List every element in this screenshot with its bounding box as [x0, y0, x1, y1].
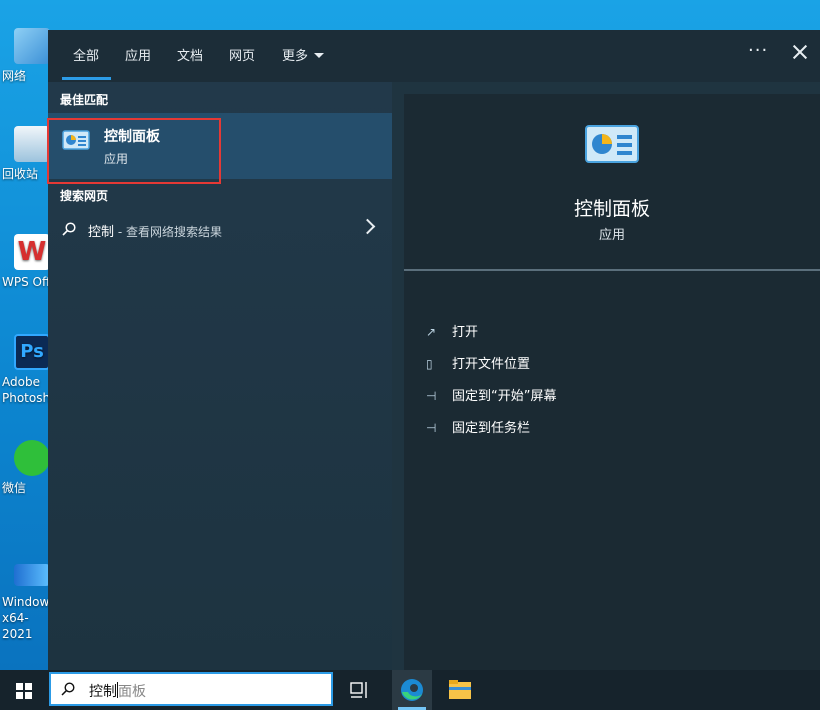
- open-icon: ↗: [426, 325, 437, 339]
- desktop-icon-wps[interactable]: W WPS Office: [0, 234, 50, 290]
- desktop-icon-label: 回收站: [2, 167, 39, 181]
- chevron-right-icon[interactable]: [359, 218, 376, 235]
- web-search-result[interactable]: 控制 - 查看网络搜索结果: [48, 216, 392, 248]
- best-match-header: 最佳匹配: [60, 93, 109, 107]
- action-pin-to-taskbar[interactable]: ⊣ 固定到任务栏: [426, 417, 530, 436]
- desktop-icon-wechat[interactable]: 微信: [0, 440, 50, 496]
- desktop-icon-network[interactable]: 网络: [0, 28, 50, 84]
- windows-installer-icon: [14, 564, 50, 586]
- web-search-query: 控制: [88, 225, 115, 240]
- action-label: 打开文件位置: [452, 357, 531, 372]
- file-explorer-taskbar-button[interactable]: [436, 670, 484, 710]
- web-search-suffix: - 查看网络搜索结果: [114, 225, 222, 239]
- edge-browser-icon: [401, 679, 423, 701]
- file-explorer-icon: [449, 680, 471, 699]
- web-search-text: 控制 - 查看网络搜索结果: [88, 221, 222, 240]
- tab-web[interactable]: 网页: [229, 45, 255, 64]
- recycle-bin-icon: [14, 126, 50, 162]
- desktop-icon-label: Adobe Photoshop: [2, 375, 50, 405]
- taskbar-search-input[interactable]: 控制面板: [49, 672, 333, 706]
- action-open-file-location[interactable]: ▯ 打开文件位置: [426, 353, 530, 372]
- results-list: 最佳匹配 控制面板 应用 搜索网页 控制 - 查看网络搜索结果: [47, 82, 392, 670]
- desktop-icon-label: Windows x64-2021: [2, 595, 50, 641]
- active-tab-indicator: [62, 77, 111, 80]
- highlight-box: [47, 118, 221, 184]
- desktop-icon-photoshop[interactable]: Ps Adobe Photoshop: [0, 334, 50, 406]
- detail-pane: 控制面板 应用 ↗ 打开 ▯ 打开文件位置 ⊣ 固定到“开始”屏幕 ⊣ 固定到任务栏: [404, 94, 820, 670]
- tab-apps[interactable]: 应用: [125, 45, 151, 64]
- task-view-button[interactable]: [336, 670, 384, 710]
- tab-more[interactable]: 更多: [282, 45, 325, 64]
- pin-icon: ⊣: [426, 389, 437, 403]
- photoshop-icon: Ps: [14, 334, 50, 370]
- taskbar: 控制面板: [0, 670, 820, 710]
- close-icon[interactable]: [790, 42, 810, 62]
- detail-subtitle: 应用: [598, 228, 625, 243]
- divider: [404, 269, 820, 271]
- windows-start-icon[interactable]: [16, 683, 32, 699]
- task-view-icon: [350, 682, 367, 698]
- action-label: 固定到“开始”屏幕: [452, 389, 557, 404]
- detail-title: 控制面板: [573, 198, 650, 220]
- action-label: 固定到任务栏: [452, 421, 531, 436]
- search-filter-bar: 全部 应用 文档 网页 更多 ···: [48, 30, 820, 82]
- edge-taskbar-button[interactable]: [392, 670, 432, 710]
- file-location-icon: ▯: [426, 357, 433, 371]
- action-label: 打开: [452, 325, 479, 340]
- action-open[interactable]: ↗ 打开: [426, 321, 478, 340]
- wps-office-icon: W: [14, 234, 50, 270]
- desktop-icon-label: WPS Office: [2, 275, 50, 289]
- search-icon: [62, 222, 76, 236]
- desktop-icon-windows-iso[interactable]: Windows x64-2021: [0, 556, 50, 642]
- control-panel-icon: [585, 125, 639, 163]
- desktop-icon-label: 网络: [2, 69, 27, 83]
- search-typed-text: 控制: [89, 684, 117, 700]
- desktop-icon-label: 微信: [2, 481, 27, 495]
- search-panel: 全部 应用 文档 网页 更多 ··· 最佳匹配 控制面板 应用 搜索网页 控制 …: [47, 30, 820, 670]
- search-text: 控制面板: [89, 681, 146, 701]
- search-suggestion-text: 面板: [118, 684, 146, 700]
- pin-icon: ⊣: [426, 421, 437, 435]
- network-computer-icon: [14, 28, 50, 64]
- tab-all[interactable]: 全部: [73, 45, 99, 64]
- action-pin-to-start[interactable]: ⊣ 固定到“开始”屏幕: [426, 385, 556, 404]
- search-icon: [61, 682, 75, 696]
- tab-more-label: 更多: [282, 49, 309, 64]
- more-options-icon[interactable]: ···: [748, 40, 768, 61]
- wechat-icon: [14, 440, 50, 476]
- desktop-icon-recycle-bin[interactable]: 回收站: [0, 126, 50, 182]
- chevron-down-icon: [314, 53, 325, 58]
- web-search-header: 搜索网页: [60, 189, 109, 203]
- tab-documents[interactable]: 文档: [177, 45, 203, 64]
